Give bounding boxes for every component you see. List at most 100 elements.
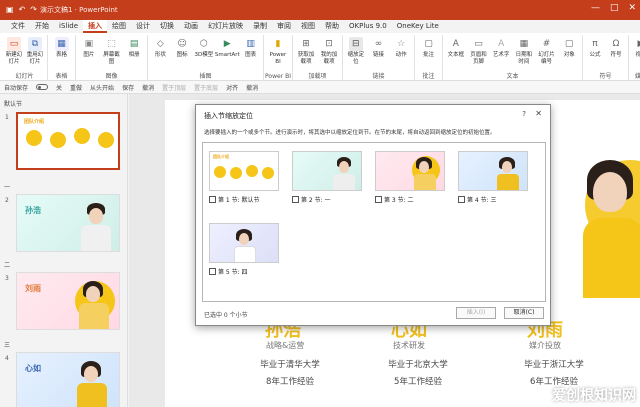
person-body (81, 225, 111, 251)
avatar (214, 166, 226, 178)
section-label-3[interactable]: 三 (4, 340, 10, 349)
tab-onekey[interactable]: OneKey Lite (392, 20, 444, 33)
ribbon-group-links: ⊟ 缩放定位 ∞ 链接 ☆ 动作 链接 (343, 35, 415, 81)
save-icon[interactable]: ▣ (6, 5, 14, 15)
section-checkbox[interactable] (209, 268, 216, 275)
tab-home[interactable]: 开始 (30, 20, 54, 33)
help-button[interactable]: ? (522, 110, 526, 118)
insert-section-zoom-dialog: 插入节缩放定位 ? ✕ 选择要插入的一个或多个节。进行演示时，将其选中以缩放定位… (195, 104, 551, 326)
ribbon-group-powerbi: ▮ Power BI Power BI (264, 35, 293, 81)
tab-draw[interactable]: 绘图 (107, 20, 131, 33)
slide-thumb-2[interactable]: 孙浩 (16, 194, 120, 252)
section-label-2[interactable]: 二 (4, 260, 10, 269)
person-face (339, 161, 349, 173)
dialog-description: 选择要插入的一个或多个节。进行演示时，将其选中以缩放定位到节。在节的末尾，将自动… (204, 130, 496, 136)
close-window-button[interactable]: ✕ (628, 3, 636, 13)
watermark: 爱创根知识网 (552, 388, 636, 404)
undo-button-2[interactable]: 撤消 (246, 83, 258, 92)
autosave-toggle[interactable] (36, 84, 49, 90)
dialog-close-button[interactable]: ✕ (535, 109, 542, 118)
video-icon: ▶ (634, 37, 640, 51)
section-checkbox[interactable] (292, 196, 299, 203)
picture-icon: ▣ (84, 39, 94, 49)
avatar (230, 167, 242, 179)
section-item-2[interactable]: 第 2 节: 一 (292, 151, 364, 204)
tab-design[interactable]: 设计 (131, 20, 155, 33)
person-experience: 5年工作经验 (394, 377, 442, 387)
person-face (502, 161, 512, 173)
tab-okplus[interactable]: OKPlus 9.0 (344, 20, 392, 33)
person-school: 毕业于北京大学 (388, 360, 448, 370)
powerbi-icon: ▮ (275, 39, 281, 49)
chart-icon: ▥ (246, 39, 255, 49)
section-checkbox[interactable] (375, 196, 382, 203)
section-item-3[interactable]: 第 3 节: 二 (375, 151, 447, 204)
person-body (497, 174, 519, 190)
slide-panel: 默认节 1 团队介绍 一 2 孙浩 二 3 刘雨 三 4 心如 (0, 94, 128, 407)
person-face (419, 161, 429, 173)
person-role: 媒介投放 (529, 341, 561, 350)
avatar (26, 130, 42, 146)
tab-file[interactable]: 文件 (6, 20, 30, 33)
save-button[interactable]: 保存 (122, 83, 134, 92)
section-item-1[interactable]: 团队介绍 第 1 节: 默认节 (209, 151, 281, 204)
undo-button[interactable]: 撤消 (142, 83, 154, 92)
person-face (84, 366, 98, 382)
tab-islide[interactable]: iSlide (54, 20, 83, 33)
cancel-button[interactable]: 取消(C) (504, 307, 544, 319)
tab-slideshow[interactable]: 幻灯片放映 (203, 20, 248, 33)
person-school: 毕业于浙江大学 (524, 360, 584, 370)
from-start-button[interactable]: 从头开始 (90, 83, 114, 92)
redo-button[interactable]: 重做 (70, 83, 82, 92)
section-item-5[interactable]: 第 5 节: 四 (209, 223, 281, 276)
slide-thumb-1[interactable]: 团队介绍 (16, 112, 120, 170)
store-icon: ⊞ (302, 39, 310, 49)
avatar (50, 132, 66, 148)
slide-thumb-4[interactable]: 心如 (16, 352, 120, 407)
ribbon-group-addins: ⊞ 获取加载项 ⊡ 我的加载项 加载项 (293, 35, 343, 81)
screenshot-icon: ⬚ (107, 39, 116, 49)
smartart-icon: ▶ (223, 39, 231, 49)
quick-access: ▣ ↶ ↷ (6, 5, 37, 15)
star-icon: ☆ (397, 39, 406, 49)
reuse-slide-icon: ⧉ (28, 37, 42, 51)
section-checkbox[interactable] (209, 196, 216, 203)
redo-icon[interactable]: ↷ (30, 5, 37, 15)
maximize-button[interactable]: □ (610, 3, 619, 13)
person-body (234, 246, 256, 262)
section-thumb: 团队介绍 (209, 151, 279, 191)
title-bar: ▣ ↶ ↷ 演示文稿1 · PowerPoint — □ ✕ (0, 0, 640, 20)
person-face (593, 172, 627, 212)
tab-view[interactable]: 视图 (296, 20, 320, 33)
align-button[interactable]: 对齐 (226, 83, 238, 92)
section-checkbox[interactable] (458, 196, 465, 203)
section-item-4[interactable]: 第 4 节: 三 (458, 151, 530, 204)
ribbon-group-illustrations: ◇ 形状 ☺ 图标 ⬡ 3D模型 ▶ SmartArt ▥ 图表 插图 (148, 35, 264, 81)
tab-record[interactable]: 录制 (248, 20, 272, 33)
bring-front-button[interactable]: 置于顶层 (162, 83, 186, 92)
avatar (98, 132, 114, 148)
autosave-label: 自动保存 (4, 84, 29, 92)
ribbon-group-text: A 文本框 ▭ 页眉和页脚 A 艺术字 ▦ 日期和时间 # 幻灯片编号 ▢ 对象 文本 (443, 35, 583, 81)
object-icon: ▢ (564, 39, 574, 49)
slide-number: 2 (5, 197, 9, 204)
hash-icon: # (542, 39, 551, 49)
undo-icon[interactable]: ↶ (19, 5, 26, 15)
tab-help[interactable]: 帮助 (320, 20, 344, 33)
insert-button[interactable]: 插入(I) (456, 307, 496, 319)
person-face (89, 208, 103, 224)
tab-insert[interactable]: 插入 (83, 20, 108, 33)
send-back-button[interactable]: 置于底层 (194, 83, 218, 92)
minimize-button[interactable]: — (591, 3, 600, 13)
tab-animations[interactable]: 动画 (179, 20, 203, 33)
tab-transitions[interactable]: 切换 (155, 20, 179, 33)
shapes-icon: ◇ (156, 39, 164, 49)
album-icon: ▤ (129, 39, 139, 49)
section-label-default[interactable]: 默认节 (4, 99, 22, 108)
tab-review[interactable]: 审阅 (272, 20, 296, 33)
slide-thumb-3[interactable]: 刘雨 (16, 272, 120, 330)
section-thumb (292, 151, 362, 191)
person-body (583, 218, 640, 298)
comment-icon: ▢ (424, 39, 433, 49)
section-label-1[interactable]: 一 (4, 182, 10, 191)
